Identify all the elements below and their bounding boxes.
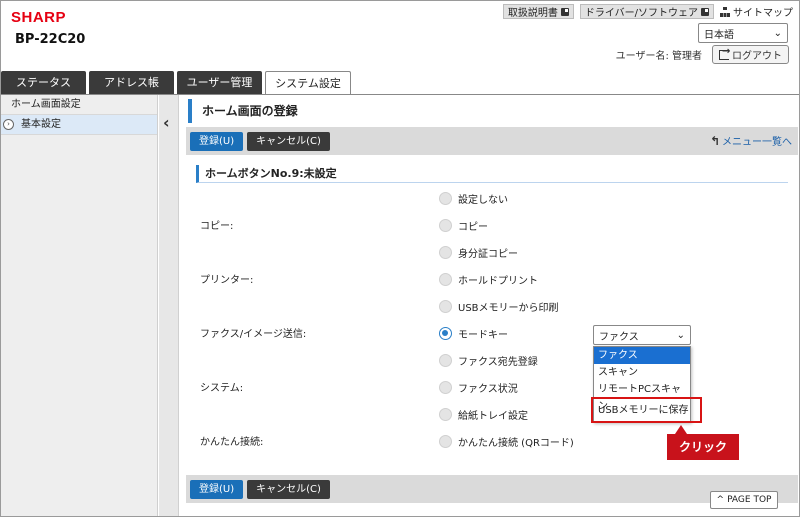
chevron-left-icon: ‹ (163, 113, 170, 132)
tab-address-book[interactable]: アドレス帳 (89, 71, 174, 94)
sidebar-item-basic-settings[interactable]: › 基本設定 (1, 115, 157, 135)
chevron-down-icon: ⌄ (676, 329, 685, 341)
sidebar-collapse-bar[interactable]: ‹ (159, 95, 179, 516)
page-top-button[interactable]: ^ PAGE TOP (710, 491, 778, 509)
row-label-copy: コピー: (200, 221, 234, 232)
chevron-down-icon: ⌄ (773, 27, 782, 39)
radio-easy-connect-qr[interactable]: かんたん接続 (QRコード) (439, 434, 574, 449)
page-title: ホーム画面の登録 (188, 99, 298, 123)
radio-circle (439, 246, 452, 259)
tab-user-management[interactable]: ユーザー管理 (177, 71, 262, 94)
radio-circle (439, 381, 452, 394)
dropdown-option-remote-pc-scan[interactable]: リモートPCスキャン (594, 381, 690, 412)
radio-usb-print[interactable]: USBメモリーから印刷 (439, 299, 559, 314)
logout-button[interactable]: ログアウト (712, 45, 789, 64)
logout-icon (719, 46, 730, 60)
highlight-box (591, 397, 702, 423)
radio-circle (439, 273, 452, 286)
menu-list-link[interactable]: ↰ メニュー一覧へ (709, 133, 792, 149)
section-title: ホームボタンNo.9:未設定 (196, 165, 788, 183)
radio-circle (439, 408, 452, 421)
user-name-label: ユーザー名: 管理者 (615, 51, 702, 62)
sharp-logo: SHARP (11, 9, 67, 26)
main-content: ホーム画面の登録 登録(U) キャンセル(C) ↰ メニュー一覧へ ホームボタン… (180, 95, 798, 516)
sitemap-icon (720, 6, 730, 17)
row-label-printer: プリンター: (200, 275, 254, 286)
chevron-up-icon: ^ (716, 495, 725, 505)
row-label-easy-connect: かんたん接続: (200, 437, 264, 448)
radio-paper-tray[interactable]: 給紙トレイ設定 (439, 407, 528, 422)
top-links: 取扱説明書 ドライバー/ソフトウェア サイトマップ (502, 4, 793, 19)
radio-fax-status[interactable]: ファクス状況 (439, 380, 518, 395)
user-row: ユーザー名: 管理者 ログアウト (616, 45, 789, 64)
manual-link[interactable]: 取扱説明書 (502, 4, 574, 19)
radio-copy[interactable]: コピー (439, 218, 488, 233)
mode-key-select[interactable]: ファクス ⌄ (593, 325, 691, 345)
cancel-button[interactable]: キャンセル(C) (247, 131, 330, 151)
dropdown-option-fax[interactable]: ファクス (594, 347, 690, 364)
radio-circle (439, 300, 452, 313)
row-label-fax-image-send: ファクス/イメージ送信: (200, 329, 307, 340)
radio-circle (439, 219, 452, 232)
radio-id-card-copy[interactable]: 身分証コピー (439, 245, 518, 260)
sidebar-item-home-screen-settings[interactable]: ホーム画面設定 (1, 95, 157, 115)
dropdown-option-scan[interactable]: スキャン (594, 364, 690, 381)
radio-mode-key[interactable]: モードキー (439, 326, 508, 341)
radio-circle (439, 354, 452, 367)
driver-software-link[interactable]: ドライバー/ソフトウェア (579, 4, 714, 19)
return-icon: ↰ (709, 133, 720, 148)
bottom-button-bar: 登録(U) キャンセル(C) (186, 475, 798, 503)
radio-no-setting[interactable]: 設定しない (439, 191, 508, 206)
register-button-bottom[interactable]: 登録(U) (190, 479, 244, 499)
radio-hold-print[interactable]: ホールドプリント (439, 272, 538, 287)
sitemap-link[interactable]: サイトマップ (720, 4, 793, 19)
register-button[interactable]: 登録(U) (190, 131, 244, 151)
radio-circle (439, 192, 452, 205)
click-callout: クリック (667, 425, 739, 460)
external-link-icon (560, 7, 569, 16)
radio-circle (439, 435, 452, 448)
language-select[interactable]: 日本語 ⌄ (698, 23, 788, 43)
tab-status[interactable]: ステータス (1, 71, 86, 94)
model-name: BP-22C20 (15, 32, 86, 47)
chevron-right-icon: › (3, 119, 14, 130)
tab-system-settings[interactable]: システム設定 (265, 71, 351, 95)
radio-fax-destination[interactable]: ファクス宛先登録 (439, 353, 538, 368)
row-label-system: システム: (200, 383, 244, 394)
main-tabs: ステータス アドレス帳 ユーザー管理 システム設定 (1, 71, 351, 95)
radio-circle-checked (439, 327, 452, 340)
cancel-button-bottom[interactable]: キャンセル(C) (247, 479, 330, 499)
top-button-bar: 登録(U) キャンセル(C) ↰ メニュー一覧へ (186, 127, 798, 155)
sidebar: ホーム画面設定 › 基本設定 (1, 95, 158, 516)
external-link-icon (701, 7, 709, 16)
